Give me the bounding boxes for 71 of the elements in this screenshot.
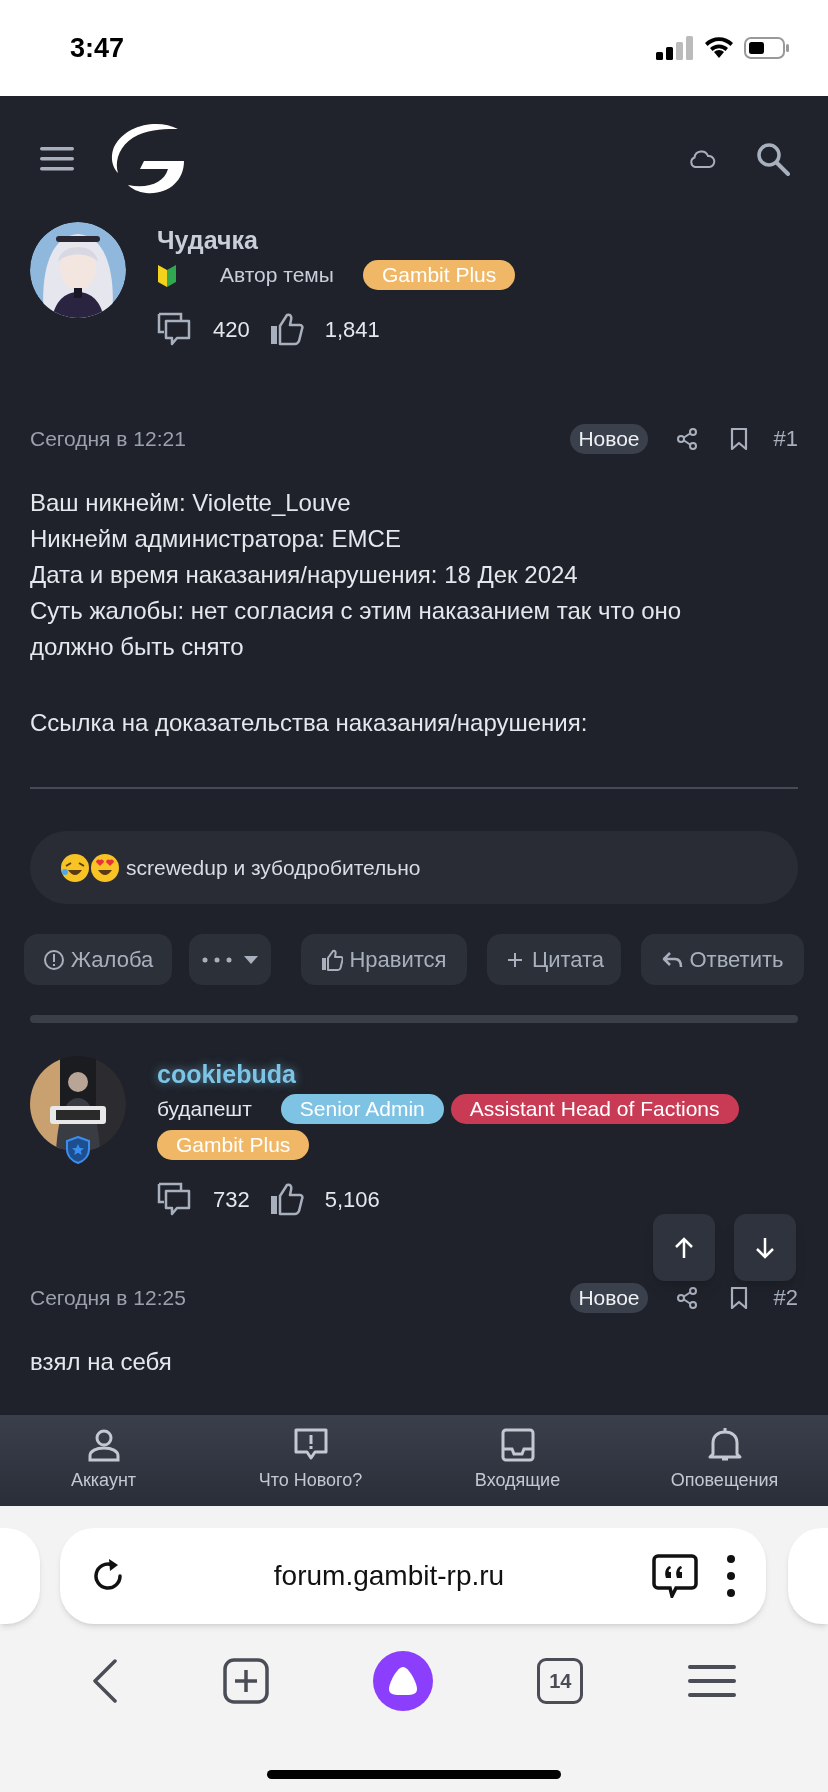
like-button[interactable]: Нравится (301, 934, 467, 985)
caret-icon (244, 955, 258, 964)
arrow-down-icon (755, 1236, 775, 1259)
messages-icon (157, 1182, 191, 1216)
post-number[interactable]: #2 (773, 1286, 798, 1310)
nav-tab[interactable]: Аккаунт (0, 1415, 207, 1506)
quote-bubble-icon[interactable] (652, 1554, 698, 1598)
new-badge: Новое (570, 424, 648, 454)
menu-icon[interactable] (687, 1664, 736, 1698)
post-date: Сегодня в 12:25 (30, 1285, 186, 1312)
address-bar[interactable]: forum.gambit-rp.ru (60, 1528, 766, 1624)
nav-tab[interactable]: Что Нового? (207, 1415, 414, 1506)
url-text[interactable]: forum.gambit-rp.ru (126, 1555, 652, 1597)
like-icon (321, 948, 344, 971)
user-banner: Senior Admin (280, 1094, 444, 1124)
user-banner: Gambit Plus (362, 260, 516, 290)
like-count: 1,841 (324, 315, 380, 344)
bell-icon (706, 1427, 743, 1463)
reactions-bar[interactable]: screwedup и зубодробительно (30, 831, 798, 904)
like-icon (269, 1182, 304, 1216)
body-text: Дата и время наказания/нарушения: 18 Дек 2024 (30, 560, 579, 590)
scroll-up-button[interactable] (653, 1214, 715, 1281)
messages-icon (157, 312, 191, 346)
user-banner: Gambit Plus (157, 1130, 310, 1160)
reactions-text: screwedup и зубодробительно (126, 854, 421, 881)
arrow-up-icon (674, 1236, 694, 1259)
battery-icon (744, 36, 790, 60)
message-count: 732 (213, 1185, 250, 1214)
share-icon[interactable] (675, 1287, 698, 1309)
back-icon[interactable] (92, 1659, 119, 1703)
message-count: 420 (213, 315, 250, 344)
share-icon[interactable] (675, 428, 698, 450)
body-text: Суть жалобы: нет согласия с этим наказанием так что оно должно быть снято (30, 596, 683, 662)
new-tab-icon[interactable] (222, 1658, 269, 1704)
username[interactable]: Чудачка (157, 224, 817, 256)
bookmark-icon[interactable] (729, 428, 748, 450)
more-dots-icon (202, 956, 232, 963)
body-text: Никнейм администратора: EMCE (30, 524, 402, 554)
report-button[interactable]: Жалоба (24, 934, 172, 985)
laughing-emoji-icon (60, 852, 90, 883)
scroll-down-button[interactable] (734, 1214, 796, 1281)
nav-tab[interactable]: Входящие (414, 1415, 621, 1506)
body-text: Ваш никнейм: Violette_Louve (30, 488, 352, 518)
like-icon (269, 312, 304, 346)
user-banner: Assistant Head of Factions (450, 1094, 739, 1124)
menu-icon[interactable] (40, 146, 74, 172)
nav-tab[interactable]: Оповещения (621, 1415, 828, 1506)
post-number[interactable]: #1 (773, 427, 798, 451)
body-text: Ссылка на доказательства наказания/нарушения: (30, 708, 589, 738)
search-icon[interactable] (756, 142, 790, 176)
alert-icon (42, 948, 65, 971)
post-date: Сегодня в 12:21 (30, 426, 186, 453)
user-title: Автор темы (220, 262, 334, 288)
username[interactable]: cookiebuda (157, 1058, 817, 1090)
more-button[interactable] (189, 934, 271, 985)
user-title: будапешт (157, 1096, 252, 1122)
inbox-icon (499, 1427, 536, 1463)
quote-button[interactable]: Цитата (487, 934, 621, 985)
body-text: взял на себя (30, 1347, 173, 1377)
like-count: 5,106 (324, 1185, 380, 1214)
wifi-icon (704, 36, 734, 60)
reply-button[interactable]: Ответить (641, 934, 804, 985)
more-vertical-icon[interactable] (726, 1554, 736, 1598)
clock-time: 3:47 (70, 31, 125, 65)
heart-eyes-emoji-icon (90, 852, 120, 883)
cloud-icon[interactable] (688, 149, 716, 169)
tab-count-button[interactable]: 14 (537, 1658, 584, 1704)
bookmark-icon[interactable] (729, 1287, 748, 1309)
new-badge: Новое (570, 1283, 648, 1313)
signal-icon (656, 36, 694, 60)
assistant-icon[interactable] (372, 1651, 433, 1711)
